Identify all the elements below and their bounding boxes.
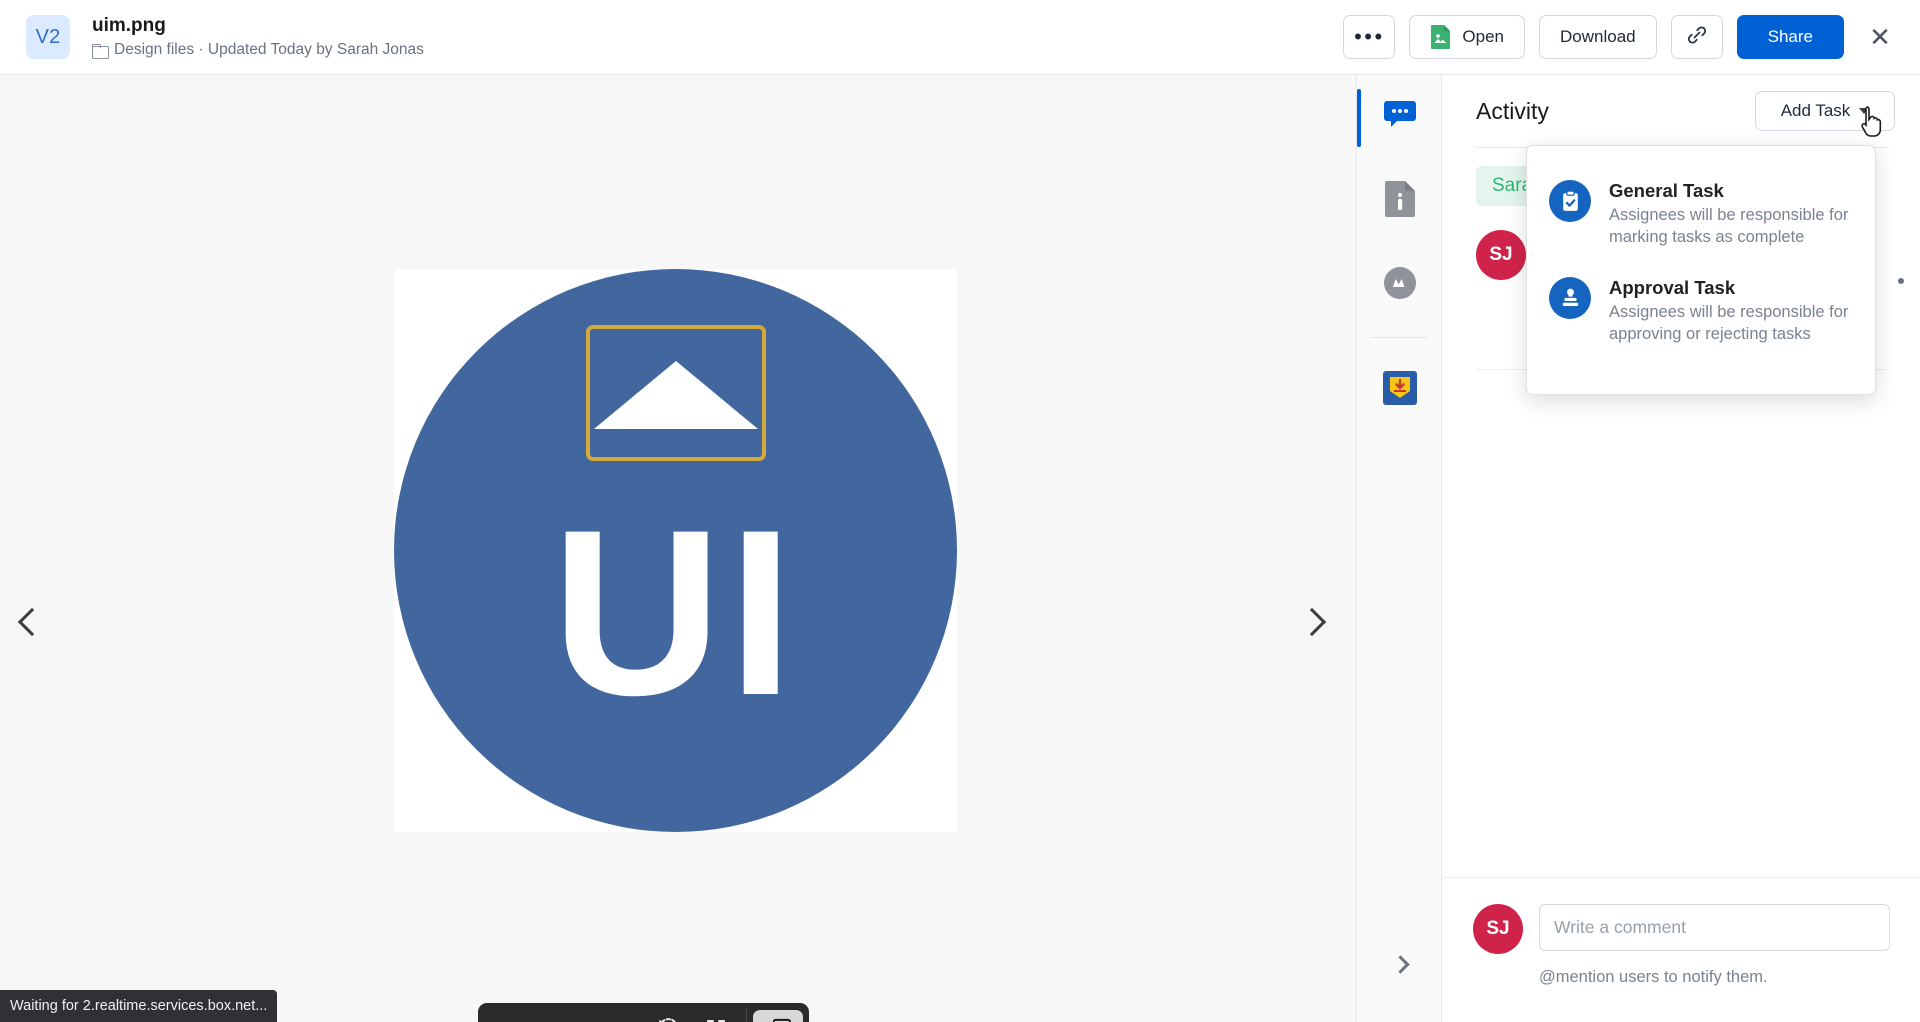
approval-stamp-icon xyxy=(1549,276,1591,319)
add-annotation-button[interactable] xyxy=(753,1010,803,1022)
menu-item-description: Assignees will be responsible for approv… xyxy=(1609,302,1849,343)
add-task-label: Add Task xyxy=(1780,101,1851,120)
add-annotation-icon xyxy=(765,1017,792,1022)
chevron-right-icon xyxy=(1390,954,1410,974)
status-bar-text: Waiting for 2.realtime.services.box.net.… xyxy=(10,998,268,1014)
comment-input-row: SJ xyxy=(1473,904,1890,954)
previous-image-button[interactable] xyxy=(5,595,59,649)
menu-item-text: General Task Assignees will be responsib… xyxy=(1609,180,1851,249)
fullscreen-button[interactable] xyxy=(692,1009,740,1022)
activity-header: Activity Add Task xyxy=(1443,75,1920,147)
zoom-in-button[interactable]: + xyxy=(596,1009,644,1022)
chevron-right-icon xyxy=(1297,607,1327,637)
rotate-left-icon xyxy=(656,1016,681,1022)
zoom-toolbar: − 100% + xyxy=(478,1003,809,1022)
avatar: SJ xyxy=(1473,904,1523,954)
download-button[interactable]: Download xyxy=(1539,15,1657,59)
activity-title: Activity xyxy=(1476,97,1549,124)
logo-frame-icon xyxy=(585,325,766,461)
download-button-label: Download xyxy=(1560,27,1636,46)
sidebar-item-box-sign[interactable] xyxy=(1357,348,1443,432)
avatar: SJ xyxy=(1476,230,1526,280)
comment-hint: @mention users to notify them. xyxy=(1539,968,1768,986)
menu-item-approval-task[interactable]: Approval Task Assignees will be responsi… xyxy=(1527,263,1875,360)
logo-text: UI xyxy=(551,481,800,745)
open-button-label: Open xyxy=(1462,27,1505,46)
menu-item-title: Approval Task xyxy=(1609,276,1736,298)
sidebar-item-file-info[interactable] xyxy=(1357,159,1443,243)
rail-divider xyxy=(1370,337,1428,338)
chat-bubble-icon xyxy=(1383,99,1417,136)
menu-item-text: Approval Task Assignees will be responsi… xyxy=(1609,277,1851,346)
menu-item-title: General Task xyxy=(1609,180,1724,201)
copy-link-button[interactable] xyxy=(1670,15,1723,59)
sidebar-item-metadata[interactable] xyxy=(1357,243,1443,327)
status-bar: Waiting for 2.realtime.services.box.net.… xyxy=(0,990,278,1022)
open-button[interactable]: Open xyxy=(1409,15,1526,59)
file-subtitle-row: Design files · Updated Today by Sarah Jo… xyxy=(92,41,424,59)
chevron-left-icon xyxy=(17,607,47,637)
close-icon: ✕ xyxy=(1869,21,1891,52)
page-title: uim.png xyxy=(92,15,166,36)
file-meta: uim.png Design files · Updated Today by … xyxy=(92,15,424,59)
chevron-down-icon xyxy=(1859,108,1870,114)
plus-icon: + xyxy=(613,1018,627,1022)
add-task-button[interactable]: Add Task xyxy=(1755,91,1895,131)
version-badge: V2 xyxy=(26,15,70,59)
comment-options-dot[interactable] xyxy=(1898,278,1904,284)
box-sign-badge-icon xyxy=(1383,370,1417,410)
zoom-out-button[interactable]: − xyxy=(484,1009,532,1022)
share-button-label: Share xyxy=(1767,27,1813,46)
file-subtitle: Design files · Updated Today by Sarah Jo… xyxy=(114,41,424,58)
metadata-circle-icon xyxy=(1384,266,1416,304)
sidebar-item-comments[interactable] xyxy=(1357,75,1443,159)
link-icon xyxy=(1685,23,1709,52)
open-file-icon xyxy=(1430,24,1452,50)
header-actions: ••• Open Download Share ✕ xyxy=(1343,15,1902,59)
sidebar-icon-rail xyxy=(1356,75,1442,1022)
image-canvas[interactable]: UI xyxy=(394,269,957,832)
toolbar-divider xyxy=(746,1009,747,1022)
close-preview-button[interactable]: ✕ xyxy=(1858,15,1902,59)
preview-area: UI − 100% + xyxy=(0,75,1356,1022)
folder-icon xyxy=(92,43,109,59)
uim-logo-graphic: UI xyxy=(394,269,957,832)
next-image-button[interactable] xyxy=(1285,595,1339,649)
share-button[interactable]: Share xyxy=(1736,15,1844,59)
more-options-button[interactable]: ••• xyxy=(1343,15,1396,59)
clipboard-check-icon xyxy=(1549,180,1591,222)
collapse-sidebar-button[interactable] xyxy=(1357,942,1443,986)
fullscreen-icon xyxy=(704,1017,728,1022)
minus-icon: − xyxy=(501,1018,515,1022)
ellipsis-icon: ••• xyxy=(1354,24,1385,49)
app-header: V2 uim.png Design files · Updated Today … xyxy=(0,0,1920,75)
logo-triangle-icon xyxy=(593,361,758,429)
document-info-icon xyxy=(1385,180,1415,222)
rotate-button[interactable] xyxy=(644,1009,692,1022)
menu-item-description: Assignees will be responsible for markin… xyxy=(1609,206,1849,246)
menu-item-general-task[interactable]: General Task Assignees will be responsib… xyxy=(1527,166,1875,263)
add-task-dropdown: General Task Assignees will be responsib… xyxy=(1526,145,1876,395)
comment-input[interactable] xyxy=(1539,904,1890,951)
comment-composer: SJ @mention users to notify them. xyxy=(1443,877,1920,1022)
